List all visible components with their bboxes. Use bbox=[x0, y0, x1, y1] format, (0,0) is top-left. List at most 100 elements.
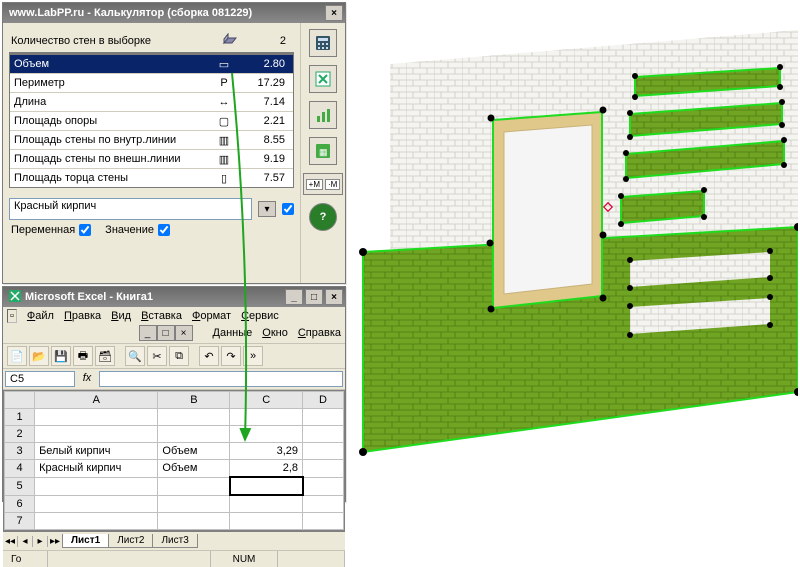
permission-icon[interactable]: 🗃 bbox=[95, 346, 115, 366]
help-tool[interactable]: ? bbox=[309, 203, 337, 231]
menu-окно[interactable]: Окно bbox=[262, 327, 288, 339]
property-row[interactable]: Площадь торца стены▯7.57 bbox=[10, 169, 293, 188]
cell[interactable] bbox=[35, 513, 158, 530]
cell[interactable] bbox=[35, 495, 158, 513]
cell[interactable]: 2,8 bbox=[230, 460, 303, 478]
undo-icon[interactable]: ↶ bbox=[199, 346, 219, 366]
sheet-tab[interactable]: Лист2 bbox=[108, 534, 153, 548]
row-header[interactable]: 7 bbox=[5, 513, 35, 530]
properties-grid[interactable]: Объем▭2.80ПериметрP17.29Длина↔7.14Площад… bbox=[9, 54, 294, 188]
dropdown-button[interactable]: ▾ bbox=[258, 201, 276, 217]
cell[interactable] bbox=[303, 495, 344, 513]
tab-nav[interactable]: ◂◂◂▸▸▸ bbox=[3, 536, 63, 547]
chart-tool[interactable] bbox=[309, 101, 337, 129]
cell[interactable] bbox=[158, 426, 230, 443]
menu-сервис[interactable]: Сервис bbox=[241, 310, 279, 322]
cell[interactable]: Объем bbox=[158, 443, 230, 460]
open-icon[interactable]: 📂 bbox=[29, 346, 49, 366]
row-header[interactable]: 6 bbox=[5, 495, 35, 513]
cell[interactable]: Объем bbox=[158, 460, 230, 478]
close-icon[interactable]: × bbox=[325, 289, 343, 305]
close-icon[interactable]: × bbox=[325, 5, 343, 21]
row-header[interactable]: 3 bbox=[5, 443, 35, 460]
cut-icon[interactable]: ✂ bbox=[147, 346, 167, 366]
variable-checkbox[interactable]: Переменная bbox=[11, 224, 91, 236]
control-icon[interactable]: ▫ bbox=[7, 309, 17, 323]
col-header[interactable]: D bbox=[303, 392, 344, 409]
cell[interactable] bbox=[35, 426, 158, 443]
menu-справка[interactable]: Справка bbox=[298, 327, 341, 339]
fx-icon[interactable]: fх bbox=[77, 369, 97, 389]
cell[interactable] bbox=[303, 426, 344, 443]
excel-menubar[interactable]: ▫ Файл Правка Вид Вставка Формат Сервис _□× Дан… bbox=[3, 307, 345, 344]
row-header[interactable]: 1 bbox=[5, 409, 35, 426]
col-header[interactable] bbox=[5, 392, 35, 409]
doc-close-icon[interactable]: _□× bbox=[139, 325, 193, 341]
excel-link-tool[interactable] bbox=[309, 65, 337, 93]
research-icon[interactable]: 🔍 bbox=[125, 346, 145, 366]
save-icon[interactable]: 💾 bbox=[51, 346, 71, 366]
name-box[interactable]: C5 bbox=[5, 371, 75, 387]
property-row[interactable]: Площадь опоры▢2.21 bbox=[10, 112, 293, 131]
maximize-icon[interactable]: □ bbox=[305, 289, 323, 305]
cell[interactable] bbox=[230, 409, 303, 426]
cell[interactable] bbox=[158, 409, 230, 426]
cell[interactable] bbox=[230, 495, 303, 513]
write-tool[interactable]: ▦ bbox=[309, 137, 337, 165]
cell[interactable] bbox=[230, 477, 303, 495]
formula-field[interactable] bbox=[99, 371, 343, 387]
row-header[interactable]: 2 bbox=[5, 426, 35, 443]
cell[interactable] bbox=[158, 477, 230, 495]
property-row[interactable]: ПериметрP17.29 bbox=[10, 74, 293, 93]
col-header[interactable]: B bbox=[158, 392, 230, 409]
cell[interactable] bbox=[303, 460, 344, 478]
new-icon[interactable]: 📄 bbox=[7, 346, 27, 366]
spreadsheet-grid[interactable]: ABCD 123Белый кирпичОбъем3,29 4Красный кир… bbox=[3, 390, 345, 531]
3d-viewport[interactable] bbox=[350, 2, 798, 500]
material-field[interactable]: Красный кирпич bbox=[9, 198, 252, 220]
more-icon[interactable]: » bbox=[243, 346, 263, 366]
cell[interactable]: Белый кирпич bbox=[35, 443, 158, 460]
excel-toolbar: 📄 📂 💾 🖶 🗃 🔍 ✂ ⧉ ↶ ↷ » bbox=[3, 344, 345, 369]
menu-формат[interactable]: Формат bbox=[192, 310, 231, 322]
formula-bar: C5 fх bbox=[3, 369, 345, 390]
cell[interactable] bbox=[303, 409, 344, 426]
col-header[interactable]: A bbox=[35, 392, 158, 409]
value-checkbox[interactable]: Значение bbox=[105, 224, 170, 236]
col-header[interactable]: C bbox=[230, 392, 303, 409]
property-row[interactable]: Объем▭2.80 bbox=[10, 55, 293, 74]
cell[interactable]: 3,29 bbox=[230, 443, 303, 460]
cell[interactable] bbox=[35, 477, 158, 495]
menu-вид[interactable]: Вид bbox=[111, 310, 131, 322]
cell[interactable] bbox=[303, 443, 344, 460]
property-row[interactable]: Длина↔7.14 bbox=[10, 93, 293, 112]
property-row[interactable]: Площадь стены по внутр.линии▥8.55 bbox=[10, 131, 293, 150]
mult-tool[interactable]: +M ·M bbox=[303, 173, 344, 195]
sheet-tab[interactable]: Лист1 bbox=[62, 534, 109, 548]
sheet-tab[interactable]: Лист3 bbox=[152, 534, 197, 548]
row-header[interactable]: 4 bbox=[5, 460, 35, 478]
cell[interactable]: Красный кирпич bbox=[35, 460, 158, 478]
cell[interactable] bbox=[303, 477, 344, 495]
minimize-icon[interactable]: _ bbox=[285, 289, 303, 305]
cell[interactable] bbox=[303, 513, 344, 530]
menu-правка[interactable]: Правка bbox=[64, 310, 101, 322]
calc-tool[interactable] bbox=[309, 29, 337, 57]
redo-icon[interactable]: ↷ bbox=[221, 346, 241, 366]
menu-данные[interactable]: Данные bbox=[213, 327, 253, 339]
property-row[interactable]: Площадь стены по внешн.линии▥9.19 bbox=[10, 150, 293, 169]
menu-вставка[interactable]: Вставка bbox=[141, 310, 182, 322]
material-checkbox[interactable] bbox=[282, 203, 294, 215]
excel-window: Microsoft Excel - Книга1 _ □ × ▫ Файл Пра… bbox=[2, 286, 346, 502]
cell[interactable] bbox=[35, 409, 158, 426]
excel-titlebar[interactable]: Microsoft Excel - Книга1 _ □ × bbox=[3, 287, 345, 307]
cell[interactable] bbox=[158, 495, 230, 513]
print-icon[interactable]: 🖶 bbox=[73, 346, 93, 366]
cell[interactable] bbox=[230, 513, 303, 530]
copy-icon[interactable]: ⧉ bbox=[169, 346, 189, 366]
menu-файл[interactable]: Файл bbox=[27, 310, 54, 322]
cell[interactable] bbox=[158, 513, 230, 530]
row-header[interactable]: 5 bbox=[5, 477, 35, 495]
calc-titlebar[interactable]: www.LabPP.ru - Калькулятор (сборка 08122… bbox=[3, 3, 345, 23]
cell[interactable] bbox=[230, 426, 303, 443]
